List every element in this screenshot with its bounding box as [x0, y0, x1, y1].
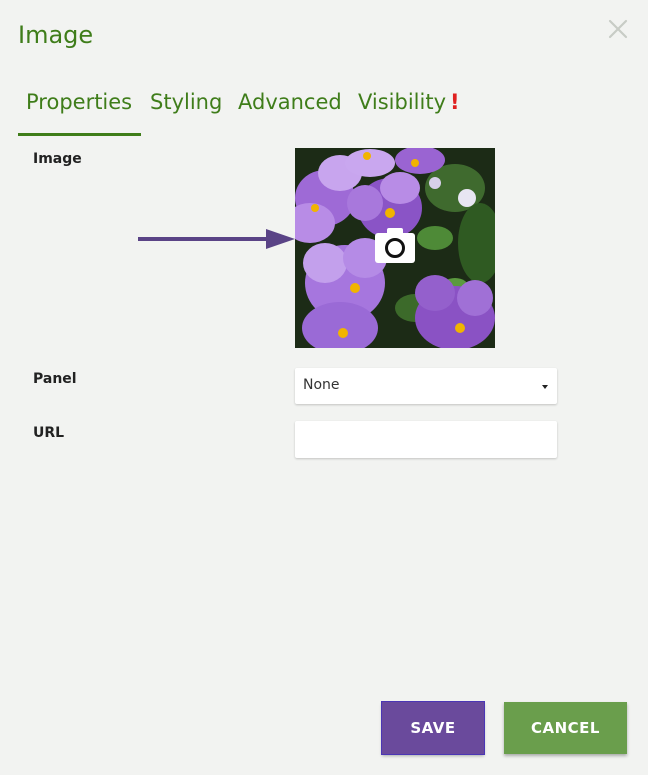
panel-label: Panel [33, 371, 77, 387]
tab-styling-label: Styling [150, 90, 223, 114]
tab-advanced[interactable]: Advanced [230, 86, 350, 118]
caret-down-icon [542, 385, 548, 389]
url-input[interactable] [295, 421, 557, 458]
tab-advanced-label: Advanced [238, 90, 342, 114]
tab-visibility-label: Visibility [358, 90, 447, 114]
tab-styling[interactable]: Styling [142, 86, 230, 118]
visibility-alert-badge: ! [450, 90, 460, 114]
save-button[interactable]: SAVE [381, 701, 485, 755]
image-dialog: Image Properties Styling Advanced Visibi… [0, 0, 648, 775]
panel-select-value: None [303, 377, 340, 393]
close-icon[interactable] [606, 17, 630, 41]
tab-visibility[interactable]: Visibility! [350, 86, 468, 118]
url-label: URL [33, 425, 65, 441]
tab-properties-label: Properties [26, 90, 133, 114]
image-label: Image [33, 151, 82, 167]
tab-properties[interactable]: Properties [18, 86, 142, 136]
camera-icon[interactable] [375, 227, 415, 263]
arrow-pointer [138, 229, 295, 249]
dialog-title: Image [18, 21, 94, 49]
cancel-button[interactable]: CANCEL [504, 702, 627, 754]
panel-select[interactable]: None [295, 368, 557, 404]
